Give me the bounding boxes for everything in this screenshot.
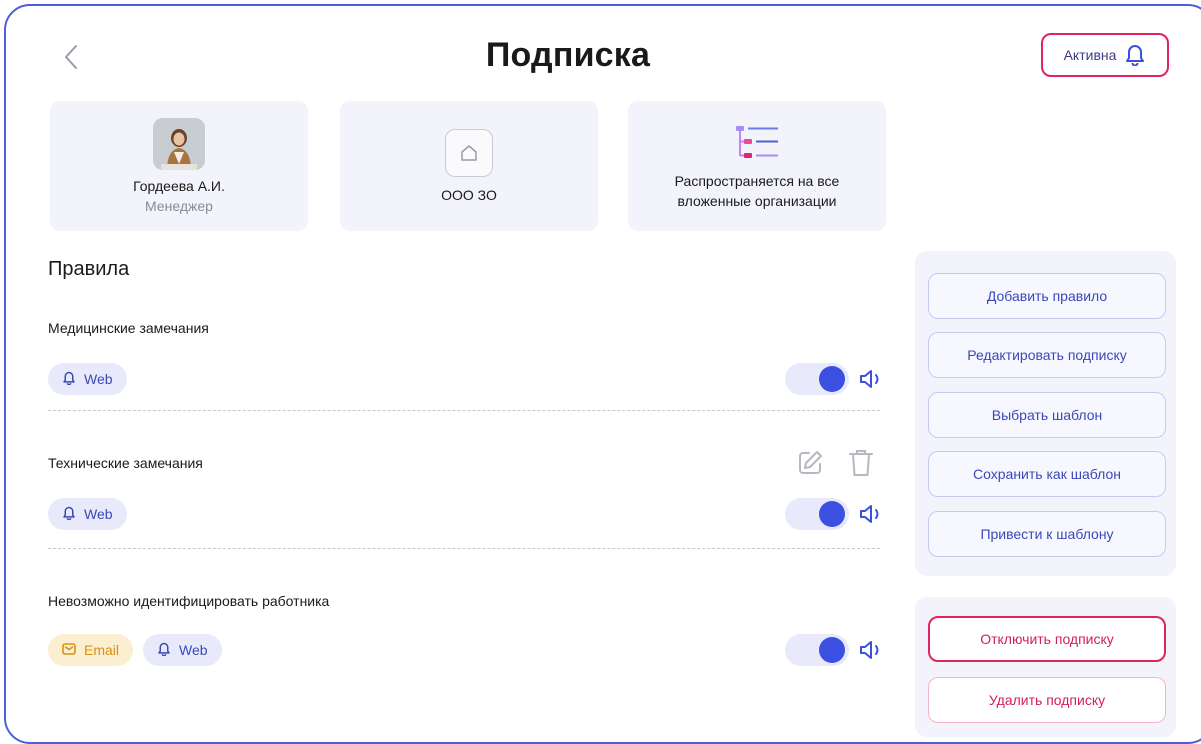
delete-subscription-button[interactable]: Удалить подписку	[928, 677, 1166, 723]
scope-card: Распространяется на все вложенные органи…	[628, 101, 886, 231]
user-role: Менеджер	[145, 198, 213, 214]
scope-text-line1: Распространяется на все	[674, 172, 840, 189]
rules-title: Правила	[48, 258, 130, 280]
rule-name: Технические замечания	[48, 455, 203, 471]
channel-label: Web	[179, 642, 208, 658]
apply-template-button[interactable]: Привести к шаблону	[928, 511, 1166, 557]
trash-icon[interactable]	[848, 448, 874, 478]
edit-icon[interactable]	[796, 449, 824, 477]
edit-subscription-button[interactable]: Редактировать подписку	[928, 332, 1166, 378]
rule-channels: Email Web	[48, 634, 222, 666]
bell-icon	[62, 505, 76, 523]
status-label: Активна	[1063, 47, 1117, 63]
add-rule-button[interactable]: Добавить правило	[928, 273, 1166, 319]
page-title: Подписка	[485, 36, 651, 74]
channel-label: Web	[84, 371, 113, 387]
sound-icon[interactable]	[858, 367, 886, 391]
toggle-knob	[819, 501, 845, 527]
user-name: Гордеева А.И.	[133, 178, 225, 194]
rule-toggle[interactable]	[785, 498, 849, 530]
subscription-status-button[interactable]: Активна	[1041, 33, 1169, 77]
rule-channels: Web	[48, 498, 127, 530]
rule-toggle[interactable]	[785, 634, 849, 666]
mail-icon	[62, 642, 76, 658]
channel-label: Email	[84, 642, 120, 658]
rule-name: Невозможно идентифицировать работника	[48, 593, 330, 609]
avatar	[153, 118, 205, 170]
rule-toggle[interactable]	[785, 363, 849, 395]
hierarchy-icon	[734, 124, 780, 165]
web-channel-chip[interactable]: Web	[48, 498, 127, 530]
scope-text-line2: вложенные организации	[677, 192, 837, 209]
rule-name: Медицинские замечания	[48, 320, 209, 336]
toggle-knob	[819, 637, 845, 663]
rule-divider	[48, 410, 880, 411]
rule-divider	[48, 548, 880, 549]
rule-channels: Web	[48, 363, 127, 395]
bell-icon	[62, 370, 76, 388]
email-channel-chip[interactable]: Email	[48, 634, 134, 666]
web-channel-chip[interactable]: Web	[143, 634, 222, 666]
channel-label: Web	[84, 506, 113, 522]
sound-icon[interactable]	[858, 638, 886, 662]
disable-subscription-button[interactable]: Отключить подписку	[928, 616, 1166, 662]
toggle-knob	[819, 366, 845, 392]
bell-icon	[1124, 42, 1146, 69]
home-icon	[445, 129, 493, 177]
sound-icon[interactable]	[858, 502, 886, 526]
organization-card: ООО ЗО	[340, 101, 598, 231]
user-card: Гордеева А.И. Менеджер	[50, 101, 308, 231]
bell-icon	[157, 641, 171, 659]
organization-name: ООО ЗО	[441, 187, 497, 203]
choose-template-button[interactable]: Выбрать шаблон	[928, 392, 1166, 438]
save-as-template-button[interactable]: Сохранить как шаблон	[928, 451, 1166, 497]
web-channel-chip[interactable]: Web	[48, 363, 127, 395]
